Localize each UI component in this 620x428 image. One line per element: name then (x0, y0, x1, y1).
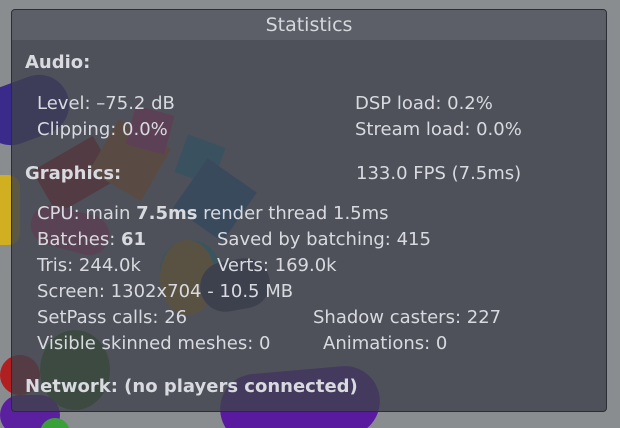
graphics-cpu: CPU: main 7.5ms render thread 1.5ms (37, 203, 389, 224)
batches-value: 61 (120, 229, 147, 250)
graphics-shadow-casters: Shadow casters: 227 (313, 307, 502, 328)
graphics-saved-by-batching: Saved by batching: 415 (217, 229, 431, 250)
panel-title[interactable]: Statistics (12, 10, 606, 40)
cpu-main-time: 7.5ms (136, 203, 198, 224)
batches-prefix: Batches: (37, 229, 121, 250)
graphics-screen: Screen: 1302x704 - 10.5 MB (37, 281, 294, 302)
graphics-verts: Verts: 169.0k (217, 255, 337, 276)
audio-clipping: Clipping: 0.0% (37, 119, 168, 140)
audio-heading: Audio: (25, 52, 91, 73)
audio-dsp-load: DSP load: 0.2% (355, 93, 493, 114)
graphics-animations: Animations: 0 (323, 333, 448, 354)
graphics-tris: Tris: 244.0k (37, 255, 141, 276)
cpu-render-thread: render thread 1.5ms (197, 203, 389, 224)
graphics-fps: 133.0 FPS (7.5ms) (356, 163, 522, 184)
graphics-skinned-meshes: Visible skinned meshes: 0 (37, 333, 271, 354)
audio-stream-load: Stream load: 0.0% (355, 119, 522, 140)
graphics-heading: Graphics: (25, 163, 122, 184)
graphics-setpass: SetPass calls: 26 (37, 307, 188, 328)
cpu-prefix: CPU: main (37, 203, 137, 224)
network-status: Network: (no players connected) (25, 376, 358, 397)
audio-level: Level: –75.2 dB (37, 93, 175, 114)
statistics-panel: Statistics Audio: Level: –75.2 dB DSP lo… (11, 9, 607, 412)
graphics-batches: Batches: 61 (37, 229, 146, 250)
